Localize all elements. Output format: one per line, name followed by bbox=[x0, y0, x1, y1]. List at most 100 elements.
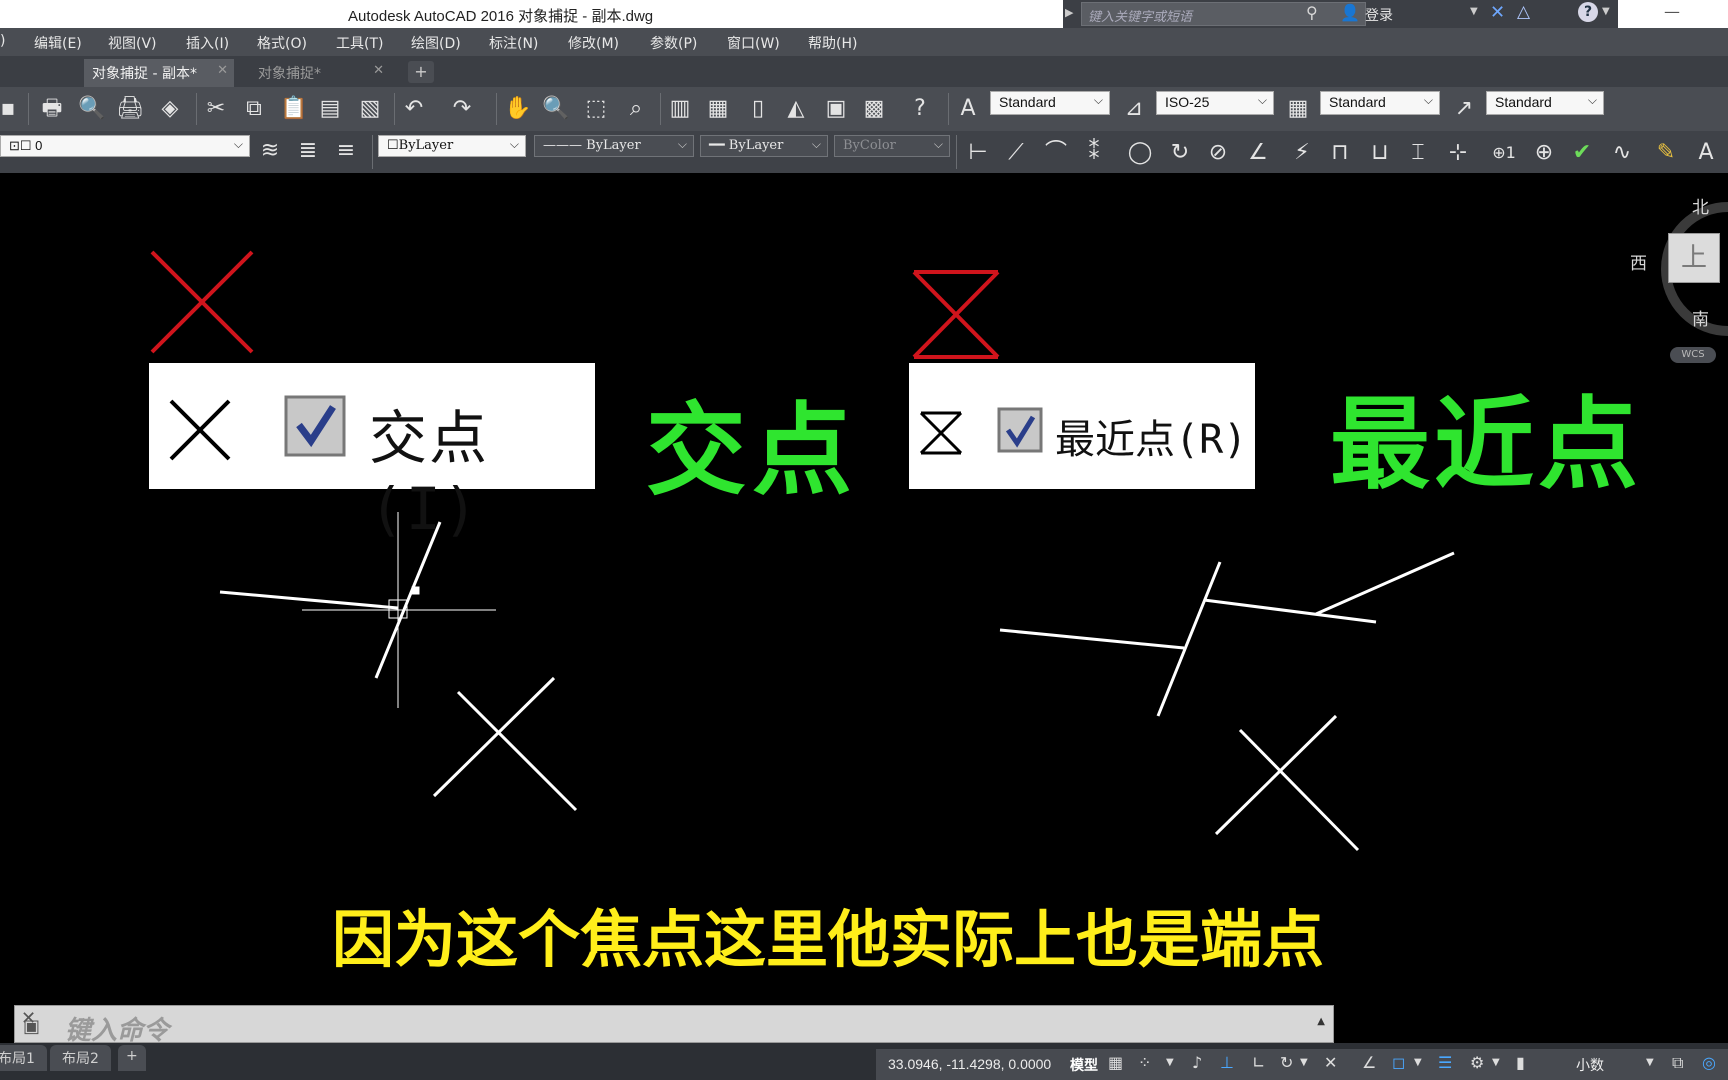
menu-view[interactable]: 视图(V) bbox=[108, 33, 157, 53]
drawing-canvas[interactable]: 交点(I) 交点 最近点(R) 最近点 因为这个焦点这里他实际上也是端点 bbox=[0, 173, 1728, 1005]
match-properties-icon[interactable]: ▤ bbox=[314, 93, 346, 125]
menu-modify[interactable]: 修改(M) bbox=[568, 33, 619, 53]
tool-palettes-icon[interactable]: ▯ bbox=[742, 93, 774, 125]
quick-dimension-icon[interactable]: ⚡ bbox=[1286, 137, 1318, 169]
help-dropdown-icon[interactable]: ▼ bbox=[1602, 6, 1610, 17]
close-tab-icon[interactable]: ✕ bbox=[217, 63, 228, 78]
object-snap-icon[interactable]: ◻ bbox=[1392, 1053, 1405, 1072]
dimension-edit-icon[interactable]: ✎ bbox=[1650, 137, 1682, 169]
sheet-set-icon[interactable]: ◭ bbox=[780, 93, 812, 125]
inspection-icon[interactable]: ✔ bbox=[1566, 137, 1598, 169]
menu-dimension[interactable]: 标注(N) bbox=[489, 33, 538, 53]
clean-screen-icon[interactable]: ◎ bbox=[1702, 1053, 1716, 1072]
viewcube-top-face[interactable]: 上 bbox=[1668, 233, 1720, 283]
tab-active-document[interactable]: 对象捕捉 - 副本* ✕ bbox=[84, 59, 234, 87]
menu-draw[interactable]: 绘图(D) bbox=[411, 33, 461, 53]
coordinates-readout[interactable]: 33.0946, -11.4298, 0.0000 bbox=[888, 1056, 1051, 1072]
infer-constraints-icon[interactable]: ♪ bbox=[1192, 1053, 1202, 1072]
dynamic-input-icon[interactable]: ⊥ bbox=[1220, 1053, 1234, 1072]
color-select[interactable]: ☐ByLayer ⌵ bbox=[378, 135, 526, 157]
continue-dimension-icon[interactable]: ⊔ bbox=[1364, 137, 1396, 169]
compass-north[interactable]: 北 bbox=[1692, 193, 1709, 218]
user-icon[interactable]: 👤 bbox=[1340, 3, 1360, 22]
polar-dropdown-icon[interactable]: ▼ bbox=[1300, 1057, 1308, 1068]
quick-properties-icon[interactable]: ⧉ bbox=[1672, 1053, 1683, 1073]
menu-edit[interactable]: 编辑(E) bbox=[34, 33, 82, 53]
markup-icon[interactable]: ▣ bbox=[820, 93, 852, 125]
command-line[interactable]: ✕ ▣ 键入命令 ▲ bbox=[14, 1005, 1334, 1046]
center-mark-icon[interactable]: ⊕ bbox=[1528, 137, 1560, 169]
tolerance-icon[interactable]: ⊕1 bbox=[1488, 137, 1520, 169]
angular-dimension-icon[interactable]: ∠ bbox=[1242, 137, 1274, 169]
linear-dimension-icon[interactable]: ⊢ bbox=[962, 137, 994, 169]
command-input[interactable]: 键入命令 bbox=[65, 1010, 169, 1047]
radius-dimension-icon[interactable]: ◯ bbox=[1124, 137, 1156, 169]
osnap-dropdown-icon[interactable]: ▼ bbox=[1414, 1057, 1422, 1068]
menu-tools[interactable]: 工具(T) bbox=[336, 33, 383, 53]
layer-previous-icon[interactable]: ≡ bbox=[330, 135, 362, 167]
pan-icon[interactable]: ✋ bbox=[502, 93, 534, 125]
zoom-previous-icon[interactable]: ⌕ bbox=[620, 93, 652, 125]
aligned-dimension-icon[interactable]: ⟋ bbox=[1000, 137, 1032, 169]
command-expand-icon[interactable]: ▲ bbox=[1317, 1016, 1325, 1027]
snap-icon[interactable]: ⁘ bbox=[1138, 1053, 1151, 1072]
diameter-dimension-icon[interactable]: ⊘ bbox=[1202, 137, 1234, 169]
model-space-button[interactable]: 模型 bbox=[1070, 1055, 1098, 1075]
snap-dropdown-icon[interactable]: ▼ bbox=[1166, 1057, 1174, 1068]
layer-select[interactable]: ⊡☐ 0 ⌵ bbox=[0, 135, 250, 157]
dimension-break-icon[interactable]: ⊹ bbox=[1442, 137, 1474, 169]
zoom-realtime-icon[interactable]: 🔍 bbox=[540, 93, 572, 125]
jogged-dimension-icon[interactable]: ↻ bbox=[1164, 137, 1196, 169]
plot-icon[interactable]: 🖶 bbox=[36, 93, 68, 125]
workspace-gear-icon[interactable]: ⚙ bbox=[1470, 1053, 1484, 1072]
minimize-button[interactable]: — bbox=[1664, 2, 1680, 21]
calculator-icon[interactable]: ▩ bbox=[858, 93, 890, 125]
help-icon[interactable]: ? bbox=[1578, 2, 1598, 22]
new-layout-button[interactable]: + bbox=[118, 1045, 146, 1071]
exchange-apps-icon[interactable]: ✕ bbox=[1490, 2, 1505, 23]
autodesk-360-icon[interactable]: △ bbox=[1517, 2, 1530, 22]
tab-document[interactable]: 对象捕捉* ✕ bbox=[250, 59, 390, 87]
units-select[interactable]: 小数 bbox=[1576, 1055, 1604, 1075]
publish-icon[interactable]: 🖨 bbox=[114, 93, 146, 125]
menu-parametric[interactable]: 参数(P) bbox=[650, 33, 697, 53]
menu-insert[interactable]: 插入(I) bbox=[186, 33, 229, 53]
ortho-icon[interactable]: ∟ bbox=[1252, 1053, 1265, 1072]
table-style-icon[interactable]: ▦ bbox=[1282, 93, 1314, 125]
dim-style-select[interactable]: ISO-25 ⌵ bbox=[1156, 91, 1274, 115]
layer-properties-icon[interactable]: ≋ bbox=[254, 135, 286, 167]
help-button-icon[interactable]: ? bbox=[904, 93, 936, 125]
make-current-layer-icon[interactable]: ≣ bbox=[292, 135, 324, 167]
dimension-text-edit-icon[interactable]: A bbox=[1690, 137, 1722, 169]
paste-icon[interactable]: 📋 bbox=[278, 93, 310, 125]
isodraft-icon[interactable]: ✕ bbox=[1324, 1053, 1337, 1072]
redo-icon[interactable]: ↷ bbox=[446, 93, 478, 125]
text-style-select[interactable]: Standard ⌵ bbox=[990, 91, 1110, 115]
copy-icon[interactable]: ⧉ bbox=[238, 93, 270, 125]
3d-print-icon[interactable]: ◈ bbox=[154, 93, 186, 125]
multileader-style-select[interactable]: Standard ⌵ bbox=[1486, 91, 1604, 115]
units-dropdown-icon[interactable]: ▼ bbox=[1646, 1057, 1654, 1068]
polar-tracking-icon[interactable]: ↻ bbox=[1280, 1053, 1293, 1072]
linetype-select[interactable]: ——— ByLayer ⌵ bbox=[534, 135, 694, 157]
save-icon[interactable]: ▪ bbox=[0, 93, 24, 125]
binoculars-icon[interactable]: ⚲ bbox=[1306, 3, 1318, 22]
plot-preview-icon[interactable]: 🔍 bbox=[76, 93, 108, 125]
compass-south[interactable]: 南 bbox=[1692, 305, 1709, 330]
lineweight-select[interactable]: ━━ ByLayer ⌵ bbox=[700, 135, 828, 157]
layout-tab-1[interactable]: 布局1 bbox=[0, 1045, 47, 1071]
text-style-icon[interactable]: A bbox=[952, 93, 984, 125]
arc-length-icon[interactable]: ⌒ bbox=[1040, 137, 1072, 169]
multileader-style-icon[interactable]: ↗ bbox=[1448, 93, 1480, 125]
table-style-select[interactable]: Standard ⌵ bbox=[1320, 91, 1440, 115]
design-center-icon[interactable]: ▦ bbox=[702, 93, 734, 125]
dim-style-icon[interactable]: ⊿ bbox=[1118, 93, 1150, 125]
cut-icon[interactable]: ✂ bbox=[200, 93, 232, 125]
jogged-linear-icon[interactable]: ∿ bbox=[1606, 137, 1638, 169]
close-tab-icon[interactable]: ✕ bbox=[373, 63, 384, 78]
lineweight-icon[interactable]: ☰ bbox=[1438, 1053, 1452, 1072]
block-editor-icon[interactable]: ▧ bbox=[354, 93, 386, 125]
annotation-monitor-icon[interactable]: ▮ bbox=[1516, 1053, 1525, 1072]
compass-west[interactable]: 西 bbox=[1630, 249, 1647, 274]
ordinate-dimension-icon[interactable]: ⁑ bbox=[1078, 137, 1110, 169]
